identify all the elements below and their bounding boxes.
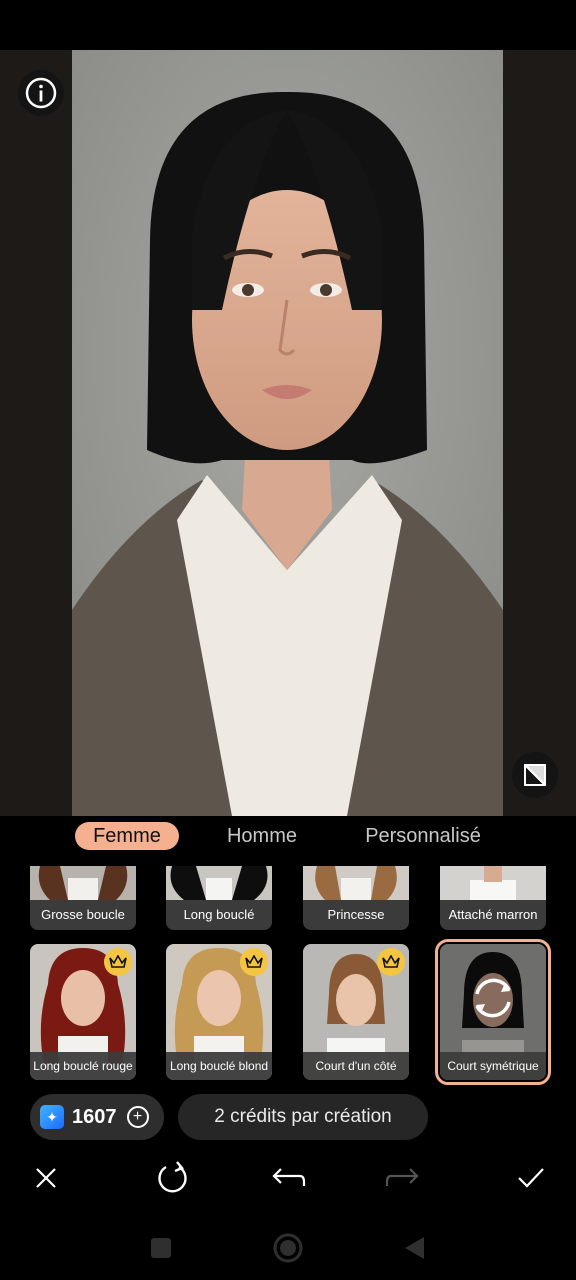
credit-cost-note: 2 crédits par création xyxy=(178,1094,428,1140)
style-label: Princesse xyxy=(303,900,409,930)
premium-badge xyxy=(104,948,132,976)
category-tabs: Femme Homme Personnalisé xyxy=(0,816,576,856)
back-triangle-icon xyxy=(405,1237,424,1259)
portrait-photo xyxy=(72,50,503,816)
style-label: Long bouclé blond xyxy=(166,1052,272,1080)
style-label: Court d'un côté xyxy=(303,1052,409,1080)
style-thumbnail xyxy=(166,866,272,900)
undo-icon xyxy=(272,1168,306,1186)
credit-count: 1607 xyxy=(72,1105,117,1128)
tab-femme[interactable]: Femme xyxy=(75,822,179,850)
back-button[interactable] xyxy=(398,1232,430,1264)
tab-homme[interactable]: Homme xyxy=(212,822,312,850)
info-button[interactable] xyxy=(18,70,64,116)
check-icon xyxy=(518,1168,544,1188)
gem-icon: ✦ xyxy=(40,1105,64,1129)
style-thumbnail xyxy=(440,866,546,900)
tab-personnalise[interactable]: Personnalisé xyxy=(352,822,494,850)
redo-button[interactable] xyxy=(381,1156,425,1200)
style-card-long-boucle-blond[interactable]: Long bouclé blond xyxy=(166,944,272,1080)
crown-icon xyxy=(245,955,263,968)
style-panel: Femme Homme Personnalisé Grosse boucle L… xyxy=(0,816,576,1280)
style-label: Court symétrique xyxy=(440,1052,546,1080)
close-button[interactable] xyxy=(24,1156,68,1200)
style-card-attache-marron[interactable]: Attaché marron xyxy=(440,866,546,930)
info-icon xyxy=(25,77,57,109)
plus-icon: + xyxy=(132,1108,143,1125)
style-row-main: Long bouclé rouge Long bouclé blond Cour… xyxy=(0,939,576,1085)
style-label: Long bouclé rouge xyxy=(30,1052,136,1080)
style-row-top: Grosse boucle Long bouclé Princesse Atta… xyxy=(0,866,576,930)
style-card-long-boucle[interactable]: Long bouclé xyxy=(166,866,272,930)
photo-preview-area xyxy=(0,50,576,816)
edit-toolbar xyxy=(0,1156,576,1200)
crown-icon xyxy=(109,955,127,968)
premium-badge xyxy=(240,948,268,976)
regenerate-button[interactable] xyxy=(151,1156,195,1200)
add-credits-button[interactable]: + xyxy=(126,1106,149,1128)
premium-badge xyxy=(377,948,405,976)
style-label: Attaché marron xyxy=(440,900,546,930)
status-bar xyxy=(0,0,576,50)
compare-icon xyxy=(524,764,546,786)
style-thumbnail xyxy=(30,866,136,900)
compare-button[interactable] xyxy=(512,752,558,798)
style-label: Long bouclé xyxy=(166,900,272,930)
home-button[interactable] xyxy=(272,1232,304,1264)
refresh-icon xyxy=(158,1161,187,1193)
credits-pill: ✦ 1607 + xyxy=(30,1094,164,1140)
style-card-court-dun-cote[interactable]: Court d'un côté xyxy=(303,944,409,1080)
style-card-long-boucle-rouge[interactable]: Long bouclé rouge xyxy=(30,944,136,1080)
regenerating-icon xyxy=(475,978,511,1018)
system-nav-bar xyxy=(0,1216,576,1280)
recents-button[interactable] xyxy=(145,1232,177,1264)
style-card-court-symetrique[interactable]: Court symétrique xyxy=(435,939,551,1085)
confirm-button[interactable] xyxy=(509,1156,553,1200)
style-card-grosse-boucle[interactable]: Grosse boucle xyxy=(30,866,136,930)
square-icon xyxy=(151,1238,171,1258)
close-icon xyxy=(36,1168,56,1188)
circle-icon xyxy=(273,1233,303,1263)
undo-button[interactable] xyxy=(266,1156,310,1200)
style-card-princesse[interactable]: Princesse xyxy=(303,866,409,930)
style-label: Grosse boucle xyxy=(30,900,136,930)
crown-icon xyxy=(382,955,400,968)
redo-icon xyxy=(385,1168,419,1186)
style-thumbnail xyxy=(303,866,409,900)
